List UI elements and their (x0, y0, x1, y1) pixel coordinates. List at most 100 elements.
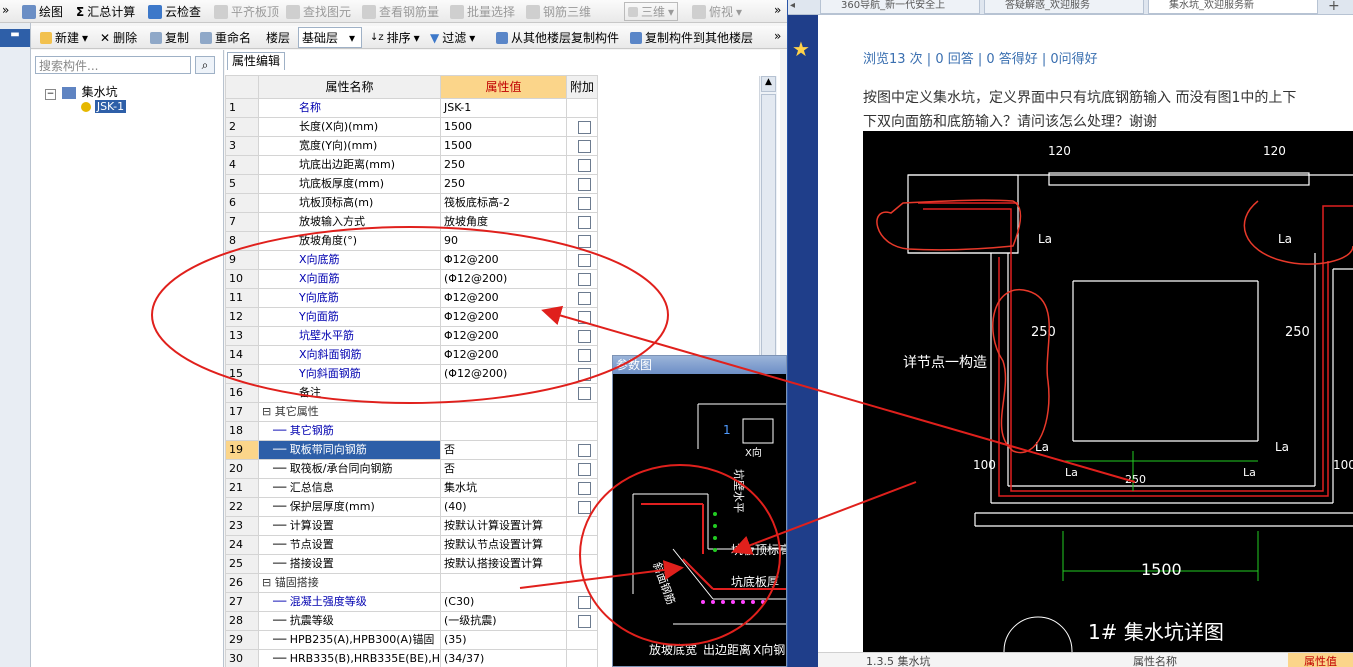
extra-checkbox[interactable] (578, 614, 591, 628)
collapse-icon[interactable]: − (45, 89, 56, 100)
property-row[interactable]: 24 ── 节点设置 按默认节点设置计算 (225, 535, 598, 555)
property-row[interactable]: 6 坑板顶标高(m) 筏板底标高-2 (225, 193, 598, 213)
property-row[interactable]: 5 坑底板厚度(mm) 250 (225, 174, 598, 194)
property-value-cell[interactable]: JSK-1 (440, 98, 567, 118)
property-value-cell[interactable]: (Φ12@200) (440, 269, 567, 289)
property-row[interactable]: 30── HRB335(B),HRB335E(BE),HRBF(34/37) (225, 649, 598, 667)
property-value-cell[interactable]: 集水坑 (440, 478, 567, 498)
favorite-star-icon[interactable]: ★ (792, 37, 810, 61)
property-value-cell[interactable]: Φ12@200 (440, 288, 567, 308)
property-value-cell[interactable] (440, 573, 567, 593)
extra-checkbox[interactable] (578, 196, 591, 210)
top-view-button[interactable]: 俯视 ▾ (692, 3, 742, 20)
tree-root-node[interactable]: − 集水坑 (45, 83, 118, 100)
property-value-cell[interactable]: Φ12@200 (440, 326, 567, 346)
property-value-cell[interactable] (440, 402, 567, 422)
property-value-cell[interactable]: 按默认节点设置计算 (440, 535, 567, 555)
toolbar-more-icon[interactable]: » (774, 3, 781, 17)
sort-button[interactable]: ↓z 排序 ▾ (370, 29, 420, 46)
property-row[interactable]: 12 Y向面筋 Φ12@200 (225, 307, 598, 327)
property-value-cell[interactable]: 放坡角度 (440, 212, 567, 232)
extra-checkbox[interactable] (578, 272, 591, 286)
search-input[interactable]: 搜索构件... (35, 56, 191, 74)
extra-checkbox[interactable] (578, 367, 591, 381)
scroll-up-icon[interactable]: ▲ (761, 76, 776, 92)
property-value-cell[interactable]: (35) (440, 630, 567, 650)
toolbar-overflow-icon[interactable]: » (2, 3, 9, 17)
copy-to-floor-button[interactable]: 复制构件到其他楼层 (630, 29, 753, 46)
extra-checkbox[interactable] (578, 253, 591, 267)
property-row[interactable]: 11 Y向底筋 Φ12@200 (225, 288, 598, 308)
extra-checkbox[interactable] (578, 329, 591, 343)
property-value-cell[interactable]: (34/37) (440, 649, 567, 667)
extra-checkbox[interactable] (578, 120, 591, 134)
extra-checkbox[interactable] (578, 348, 591, 362)
copy-from-floor-button[interactable]: 从其他楼层复制构件 (496, 29, 619, 46)
extra-checkbox[interactable] (578, 500, 591, 514)
tree-child-node[interactable]: JSK-1 (81, 99, 127, 113)
extra-checkbox[interactable] (578, 234, 591, 248)
delete-button[interactable]: ✕ 删除 (100, 29, 137, 46)
rename-button[interactable]: 重命名 (200, 29, 251, 46)
property-row[interactable]: 26 ⊟ 锚固搭接 (225, 573, 598, 593)
property-value-cell[interactable]: 筏板底标高-2 (440, 193, 567, 213)
summary-calc-button[interactable]: Σ 汇总计算 (76, 3, 135, 20)
side-panel-tab[interactable]: ▬ (0, 29, 30, 47)
property-value-cell[interactable]: 1500 (440, 136, 567, 156)
property-value-cell[interactable]: 250 (440, 155, 567, 175)
extra-checkbox[interactable] (578, 139, 591, 153)
property-row[interactable]: 22 ── 保护层厚度(mm) (40) (225, 497, 598, 517)
extra-checkbox[interactable] (578, 177, 591, 191)
cloud-check-button[interactable]: 云检查 (148, 3, 201, 20)
property-value-cell[interactable]: Φ12@200 (440, 250, 567, 270)
browser-tab-3-active[interactable]: 集水坑_欢迎服务新 (1148, 0, 1318, 14)
parameter-drawing-window[interactable]: 参数图 X向 1 坑板顶标高 坑底板厚 放坡底宽 出边距离 X向钢 坑壁水平 斜… (612, 355, 787, 667)
find-element-button[interactable]: 查找图元 (286, 3, 351, 20)
property-value-cell[interactable]: 按默认计算设置计算 (440, 516, 567, 536)
property-row[interactable]: 27 ── 混凝土强度等级 (C30) (225, 592, 598, 612)
extra-checkbox[interactable] (578, 310, 591, 324)
browser-tab-2[interactable]: 答疑解惑_欢迎服务 (984, 0, 1144, 14)
property-value-cell[interactable]: (40) (440, 497, 567, 517)
property-value-cell[interactable]: (C30) (440, 592, 567, 612)
tab-scroll-left-icon[interactable]: ◂ (790, 0, 795, 11)
property-row[interactable]: 18 ── 其它钢筋 (225, 421, 598, 441)
property-row[interactable]: 8 放坡角度(°) 90 (225, 231, 598, 251)
rebar-3d-button[interactable]: 钢筋三维 (526, 3, 591, 20)
tab-property-edit[interactable]: 属性编辑 (227, 52, 285, 70)
extra-checkbox[interactable] (578, 481, 591, 495)
extra-checkbox[interactable] (578, 595, 591, 609)
batch-select-button[interactable]: 批量选择 (450, 3, 515, 20)
property-row[interactable]: 13 坑壁水平筋 Φ12@200 (225, 326, 598, 346)
property-row[interactable]: 15 Y向斜面钢筋 (Φ12@200) (225, 364, 598, 384)
property-value-cell[interactable] (440, 421, 567, 441)
property-value-cell[interactable]: (Φ12@200) (440, 364, 567, 384)
property-row[interactable]: 2 长度(X向)(mm) 1500 (225, 117, 598, 137)
filter-button[interactable]: ▼ 过滤 ▾ (430, 29, 475, 46)
property-value-cell[interactable]: Φ12@200 (440, 345, 567, 365)
search-icon[interactable]: ⌕ (195, 56, 215, 74)
property-row[interactable]: 9 X向底筋 Φ12@200 (225, 250, 598, 270)
toolbar2-more-icon[interactable]: » (774, 29, 781, 43)
browser-tab-1[interactable]: 360导航_新一代安全上 (820, 0, 980, 14)
property-value-cell[interactable]: (一级抗震) (440, 611, 567, 631)
property-row[interactable]: 17 ⊟ 其它属性 (225, 402, 598, 422)
property-value-cell[interactable]: 否 (440, 440, 567, 460)
property-value-cell[interactable]: 1500 (440, 117, 567, 137)
property-row[interactable]: 29 ── HPB235(A),HPB300(A)锚固 (35) (225, 630, 598, 650)
property-row[interactable]: 23 ── 计算设置 按默认计算设置计算 (225, 516, 598, 536)
property-row[interactable]: 19 ── 取板带同向钢筋否 (225, 440, 598, 460)
property-row[interactable]: 7 放坡输入方式 放坡角度 (225, 212, 598, 232)
property-row[interactable]: 20 ── 取筏板/承台同向钢筋否 (225, 459, 598, 479)
property-row[interactable]: 4 坑底出边距离(mm) 250 (225, 155, 598, 175)
property-row[interactable]: 28 ── 抗震等级 (一级抗震) (225, 611, 598, 631)
new-tab-icon[interactable]: + (1328, 0, 1340, 14)
property-row[interactable]: 16 备注 (225, 383, 598, 403)
extra-checkbox[interactable] (578, 386, 591, 400)
property-value-cell[interactable]: 按默认搭接设置计算 (440, 554, 567, 574)
view-mode-select[interactable]: 三维 ▾ (624, 2, 679, 21)
property-row[interactable]: 14 X向斜面钢筋 Φ12@200 (225, 345, 598, 365)
property-row[interactable]: 10 X向面筋 (Φ12@200) (225, 269, 598, 289)
parameter-window-title[interactable]: 参数图 (613, 356, 786, 374)
property-value-cell[interactable]: Φ12@200 (440, 307, 567, 327)
